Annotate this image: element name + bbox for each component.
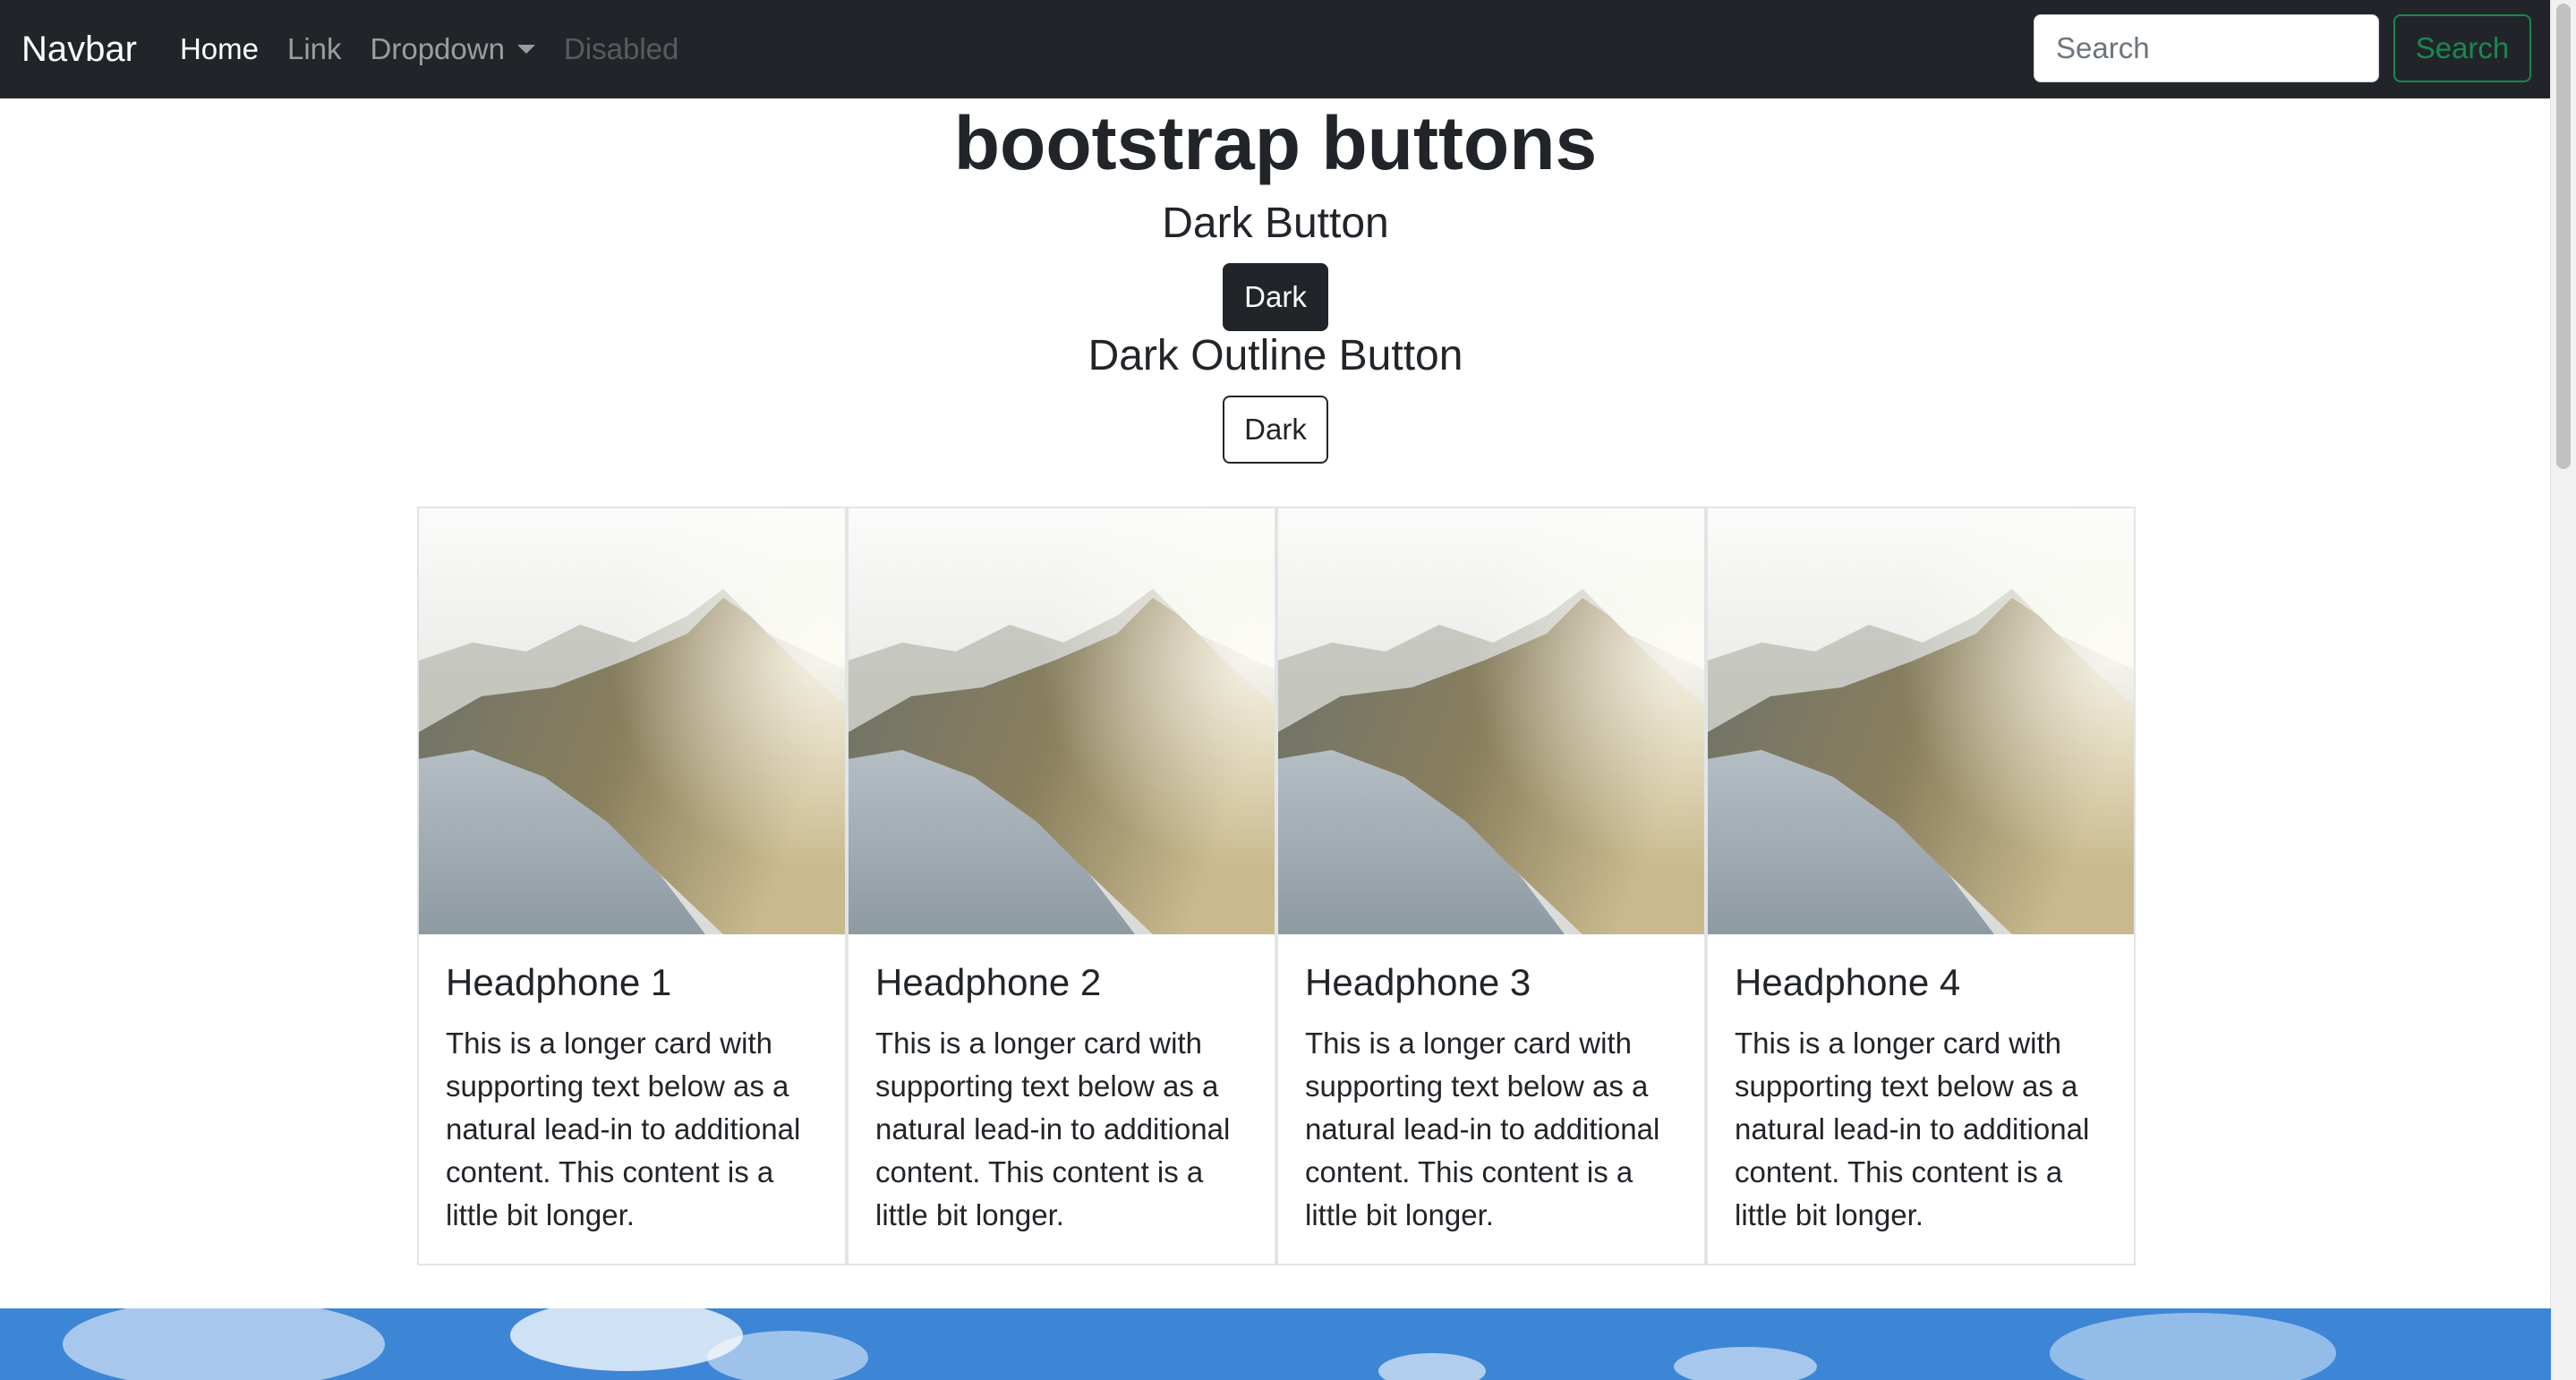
landscape-image xyxy=(1708,508,2134,934)
card-body: Headphone 3 This is a longer card with s… xyxy=(1278,934,1704,1237)
nav-dropdown-label: Dropdown xyxy=(370,32,505,65)
dark-outline-button-heading: Dark Outline Button xyxy=(1088,332,1463,379)
nav-link-home[interactable]: Home xyxy=(180,32,259,66)
card-text: This is a longer card with supporting te… xyxy=(1735,1026,2090,1231)
page-title: bootstrap buttons xyxy=(953,101,1598,185)
card-body: Headphone 4 This is a longer card with s… xyxy=(1708,934,2134,1237)
nav-link-disabled: Disabled xyxy=(563,32,679,65)
card-text: This is a longer card with supporting te… xyxy=(1305,1026,1660,1231)
card: Headphone 1 This is a longer card with s… xyxy=(417,507,847,1265)
page-scrollbar[interactable] xyxy=(2550,0,2576,1380)
card-body: Headphone 1 This is a longer card with s… xyxy=(419,934,845,1237)
card: Headphone 4 This is a longer card with s… xyxy=(1706,507,2136,1265)
card-title: Headphone 1 xyxy=(446,961,672,1003)
card-title: Headphone 4 xyxy=(1735,961,1961,1003)
card-title: Headphone 3 xyxy=(1305,961,1531,1003)
sky-banner-image xyxy=(0,1308,2551,1380)
scrollbar-thumb[interactable] xyxy=(2556,4,2571,469)
dark-button[interactable]: Dark xyxy=(1223,263,1328,331)
card: Headphone 3 This is a longer card with s… xyxy=(1276,507,1706,1265)
nav-dropdown-toggle[interactable]: Dropdown xyxy=(371,32,535,66)
search-form: Search xyxy=(2034,14,2531,82)
navbar: Navbar Home Link Dropdown Disabled Searc… xyxy=(0,0,2551,98)
search-input[interactable] xyxy=(2034,14,2379,82)
card-text: This is a longer card with supporting te… xyxy=(875,1026,1231,1231)
search-button[interactable]: Search xyxy=(2393,14,2531,82)
landscape-image xyxy=(849,508,1275,934)
chevron-down-icon xyxy=(516,45,535,54)
card-body: Headphone 2 This is a longer card with s… xyxy=(849,934,1275,1237)
landscape-image xyxy=(419,508,845,934)
dark-button-heading: Dark Button xyxy=(1162,200,1389,247)
landscape-image xyxy=(1278,508,1704,934)
card-title: Headphone 2 xyxy=(875,961,1102,1003)
card-text: This is a longer card with supporting te… xyxy=(446,1026,801,1231)
dark-outline-button[interactable]: Dark xyxy=(1223,396,1328,464)
card-grid: Headphone 1 This is a longer card with s… xyxy=(417,507,2136,1265)
card: Headphone 2 This is a longer card with s… xyxy=(847,507,1276,1265)
navbar-brand[interactable]: Navbar xyxy=(21,30,137,70)
nav-link-link[interactable]: Link xyxy=(287,32,342,66)
